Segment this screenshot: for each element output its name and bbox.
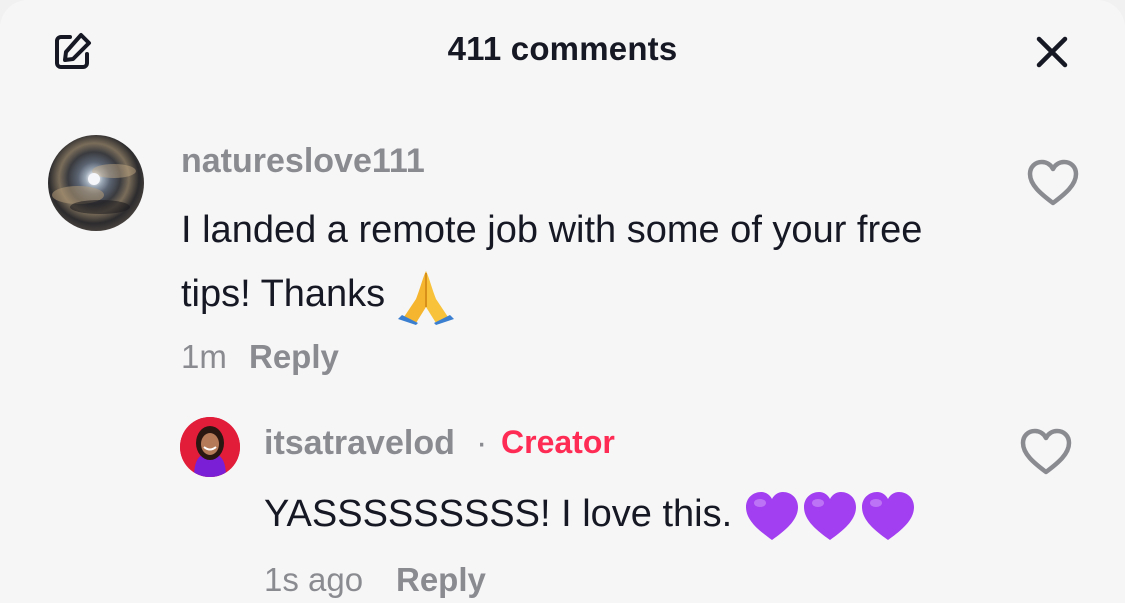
reply-username[interactable]: itsatravelod [264,424,455,463]
heart-outline-icon [1020,428,1072,475]
comment-username[interactable]: natureslove111 [181,142,425,181]
comment-body: I landed a remote job with some of your … [181,209,923,315]
separator-dot: · [476,424,488,462]
purple-heart-emoji-icon [745,491,798,540]
comment-text: I landed a remote job with some of your … [181,198,1001,326]
reply-body: YASSSSSSSSS! I love this. [264,493,733,535]
reply-button[interactable]: Reply [396,561,486,599]
purple-heart-emoji-icon [803,491,856,540]
close-button[interactable] [1026,26,1078,78]
like-button[interactable] [1016,424,1076,480]
purple-heart-emoji-icon [861,491,914,540]
creator-badge: Creator [501,424,615,460]
reply-text: YASSSSSSSSS! I love this. [264,482,1024,546]
avatar-image [52,164,136,214]
like-button[interactable] [1023,155,1083,211]
reply-button[interactable]: Reply [249,338,339,376]
reply-timestamp: 1s ago [264,561,364,598]
close-icon [1036,36,1068,68]
heart-outline-icon [1027,159,1079,206]
comments-sheet: 411 comments natureslove111 I landed a r… [0,0,1125,603]
creator-avatar[interactable] [180,417,240,477]
comments-count-title: 411 comments [447,30,678,67]
folded-hands-emoji-icon [397,270,454,325]
comment-timestamp: 1m [181,338,227,375]
comments-header: 411 comments [0,0,1125,100]
avatar[interactable] [48,135,144,231]
avatar-image [180,417,240,477]
